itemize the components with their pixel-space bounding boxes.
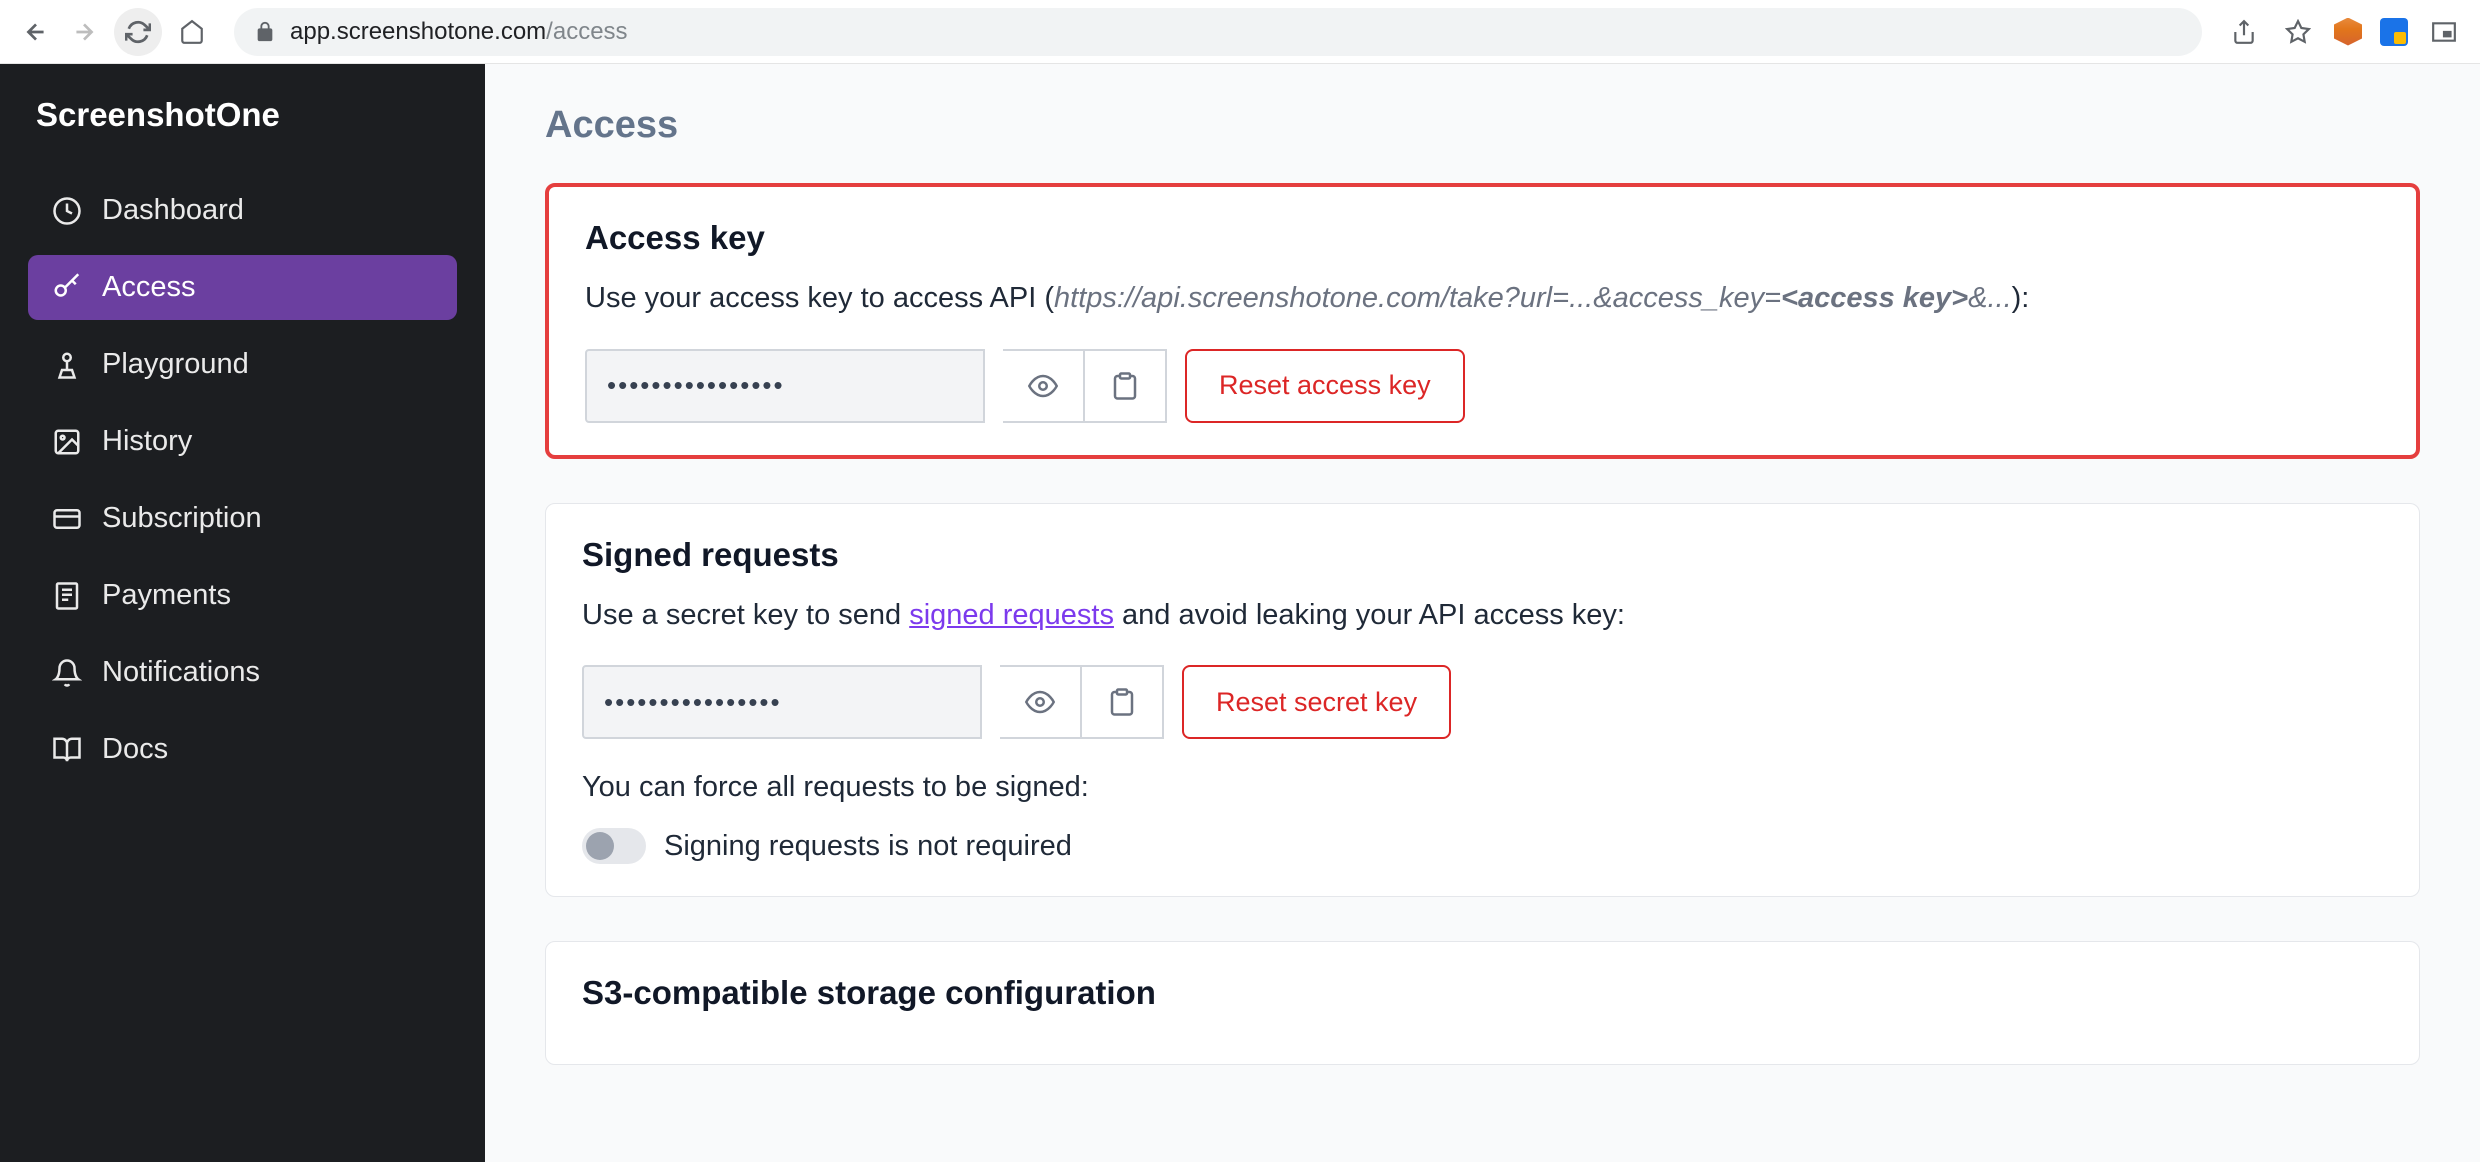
secret-key-input[interactable]: •••••••••••••••• (582, 665, 982, 739)
bell-icon (52, 658, 82, 688)
access-key-title: Access key (585, 219, 2380, 257)
reset-access-key-button[interactable]: Reset access key (1185, 349, 1465, 423)
access-key-input[interactable]: •••••••••••••••• (585, 349, 985, 423)
clipboard-icon (1110, 371, 1140, 401)
sidebar-item-notifications[interactable]: Notifications (28, 640, 457, 705)
brand-logo: ScreenshotOne (28, 96, 457, 134)
sidebar-item-docs[interactable]: Docs (28, 717, 457, 782)
browser-toolbar: app.screenshotone.com/access (0, 0, 2480, 64)
eye-icon (1028, 371, 1058, 401)
sidebar-item-label: History (102, 425, 192, 458)
signed-requests-link[interactable]: signed requests (909, 599, 1114, 631)
sidebar: ScreenshotOne Dashboard Access Playgroun… (0, 64, 485, 1162)
joystick-icon (52, 350, 82, 380)
key-icon (52, 273, 82, 303)
signed-requests-card: Signed requests Use a secret key to send… (545, 503, 2420, 898)
image-icon (52, 427, 82, 457)
signing-toggle-label: Signing requests is not required (664, 830, 1072, 863)
gauge-icon (52, 196, 82, 226)
sidebar-item-subscription[interactable]: Subscription (28, 486, 457, 551)
sidebar-item-label: Playground (102, 348, 249, 381)
signed-requests-title: Signed requests (582, 536, 2383, 574)
address-bar[interactable]: app.screenshotone.com/access (234, 8, 2202, 56)
extension-icon[interactable] (2380, 18, 2408, 46)
book-icon (52, 735, 82, 765)
share-button[interactable] (2226, 14, 2262, 50)
sidebar-item-label: Subscription (102, 502, 262, 535)
reveal-secret-key-button[interactable] (1000, 665, 1082, 739)
page-title: Access (545, 104, 2420, 147)
forward-button[interactable] (66, 14, 102, 50)
copy-access-key-button[interactable] (1085, 349, 1167, 423)
sidebar-item-label: Notifications (102, 656, 260, 689)
home-button[interactable] (174, 14, 210, 50)
sidebar-item-label: Access (102, 271, 195, 304)
card-icon (52, 504, 82, 534)
signed-requests-desc: Use a secret key to send signed requests… (582, 594, 2383, 638)
url-text: app.screenshotone.com/access (290, 18, 628, 46)
copy-secret-key-button[interactable] (1082, 665, 1164, 739)
clipboard-icon (1107, 687, 1137, 717)
access-key-desc: Use your access key to access API (https… (585, 277, 2380, 321)
sidebar-item-label: Payments (102, 579, 231, 612)
s3-config-title: S3-compatible storage configuration (582, 974, 2383, 1012)
sidebar-item-playground[interactable]: Playground (28, 332, 457, 397)
metamask-extension-icon[interactable] (2334, 18, 2362, 46)
s3-config-card: S3-compatible storage configuration (545, 941, 2420, 1065)
sidebar-item-label: Dashboard (102, 194, 244, 227)
access-key-card: Access key Use your access key to access… (545, 183, 2420, 459)
sidebar-item-dashboard[interactable]: Dashboard (28, 178, 457, 243)
main-content: Access Access key Use your access key to… (485, 64, 2480, 1162)
reload-button[interactable] (114, 8, 162, 56)
pip-button[interactable] (2426, 14, 2462, 50)
sidebar-item-label: Docs (102, 733, 168, 766)
eye-icon (1025, 687, 1055, 717)
receipt-icon (52, 581, 82, 611)
lock-icon (254, 21, 276, 43)
sidebar-item-history[interactable]: History (28, 409, 457, 474)
back-button[interactable] (18, 14, 54, 50)
reveal-access-key-button[interactable] (1003, 349, 1085, 423)
sidebar-item-access[interactable]: Access (28, 255, 457, 320)
signing-required-toggle[interactable] (582, 828, 646, 864)
sidebar-item-payments[interactable]: Payments (28, 563, 457, 628)
force-signed-desc: You can force all requests to be signed: (582, 771, 2383, 804)
reset-secret-key-button[interactable]: Reset secret key (1182, 665, 1451, 739)
bookmark-button[interactable] (2280, 14, 2316, 50)
